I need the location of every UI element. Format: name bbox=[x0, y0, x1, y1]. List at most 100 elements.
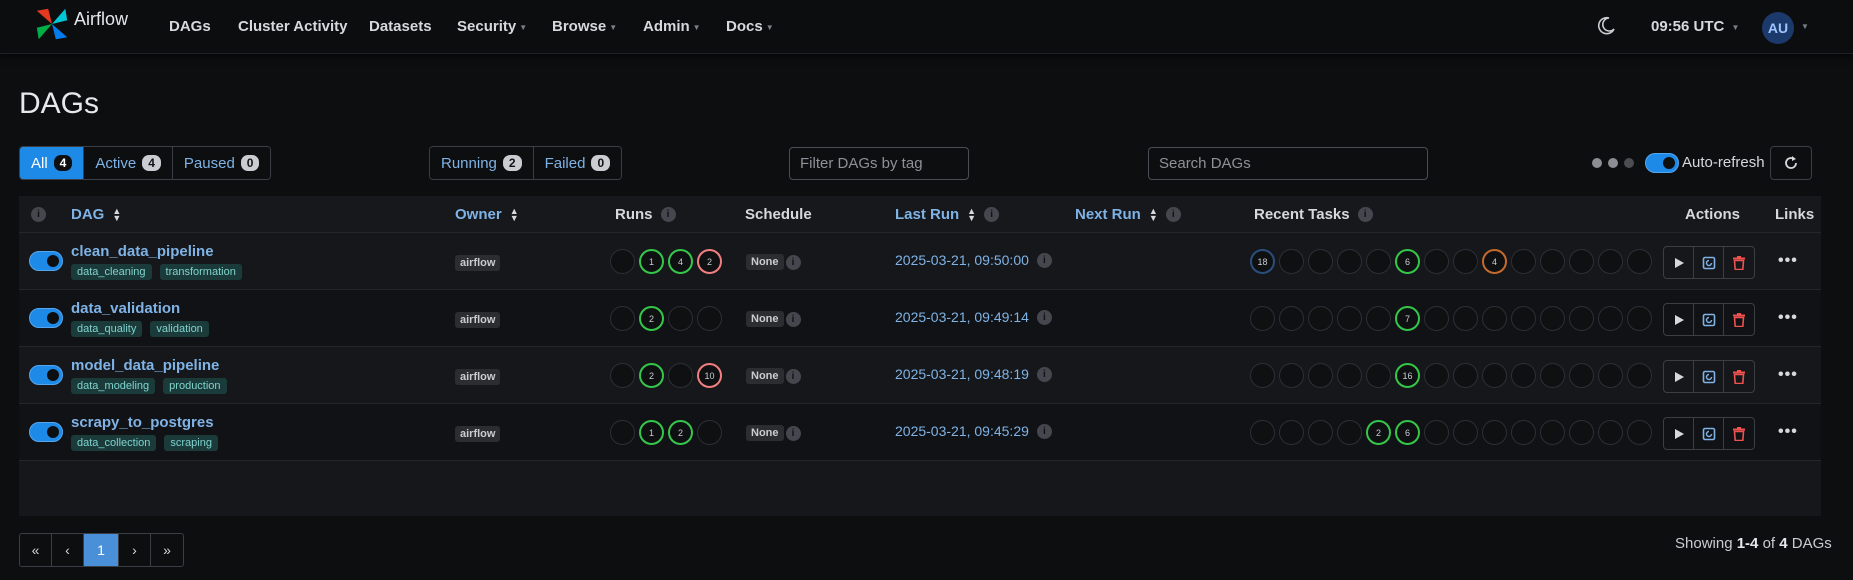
task-state-circle[interactable] bbox=[1366, 363, 1391, 388]
task-state-circle[interactable] bbox=[1424, 249, 1449, 274]
delete-dag-button[interactable] bbox=[1724, 304, 1754, 335]
task-state-circle[interactable] bbox=[1511, 249, 1536, 274]
tag-badge[interactable]: scraping bbox=[164, 435, 218, 451]
info-icon[interactable]: i bbox=[1036, 309, 1052, 325]
info-icon[interactable]: i bbox=[785, 425, 801, 441]
tag-badge[interactable]: data_cleaning bbox=[71, 264, 152, 280]
owner-badge[interactable]: airflow bbox=[455, 312, 501, 328]
task-state-circle[interactable]: 6 bbox=[1395, 420, 1420, 445]
task-state-circle[interactable] bbox=[1569, 306, 1594, 331]
task-state-circle[interactable] bbox=[1569, 363, 1594, 388]
col-last-run[interactable]: Last Run ▲ ▼ i bbox=[895, 206, 1000, 223]
tag-badge[interactable]: transformation bbox=[159, 264, 242, 280]
task-state-circle[interactable] bbox=[1482, 306, 1507, 331]
info-icon[interactable]: i bbox=[785, 368, 801, 384]
task-state-circle[interactable] bbox=[1598, 306, 1623, 331]
info-icon[interactable]: i bbox=[984, 207, 1000, 222]
run-state-circle[interactable]: 2 bbox=[639, 363, 664, 388]
trigger-dag-button[interactable] bbox=[1664, 247, 1694, 278]
refresh-dag-button[interactable] bbox=[1694, 361, 1724, 392]
task-state-circle[interactable] bbox=[1540, 249, 1565, 274]
refresh-dag-button[interactable] bbox=[1694, 304, 1724, 335]
task-state-circle[interactable] bbox=[1337, 363, 1362, 388]
trigger-dag-button[interactable] bbox=[1664, 361, 1694, 392]
dag-pause-toggle[interactable] bbox=[29, 308, 63, 328]
info-icon[interactable]: i bbox=[1036, 252, 1052, 268]
dag-pause-toggle[interactable] bbox=[29, 422, 63, 442]
tag-badge[interactable]: data_collection bbox=[71, 435, 157, 451]
filter-tab-active[interactable]: Active 4 bbox=[84, 147, 173, 179]
task-state-circle[interactable] bbox=[1308, 420, 1333, 445]
dag-name-link[interactable]: model_data_pipeline bbox=[71, 357, 219, 374]
run-state-circle[interactable] bbox=[610, 363, 635, 388]
nav-datasets[interactable]: Datasets bbox=[369, 18, 432, 35]
task-state-circle[interactable] bbox=[1250, 420, 1275, 445]
col-owner[interactable]: Owner ▲ ▼ bbox=[455, 206, 519, 223]
nav-cluster-activity[interactable]: Cluster Activity bbox=[238, 18, 347, 35]
task-state-circle[interactable] bbox=[1627, 363, 1652, 388]
task-state-circle[interactable]: 4 bbox=[1482, 249, 1507, 274]
info-icon[interactable]: i bbox=[785, 254, 801, 270]
tag-badge[interactable]: data_quality bbox=[71, 321, 143, 337]
owner-badge[interactable]: airflow bbox=[455, 426, 501, 442]
task-state-circle[interactable]: 18 bbox=[1250, 249, 1275, 274]
task-state-circle[interactable] bbox=[1424, 306, 1449, 331]
next-page-button[interactable]: › bbox=[119, 534, 151, 566]
task-state-circle[interactable] bbox=[1308, 306, 1333, 331]
filter-tab-paused[interactable]: Paused 0 bbox=[172, 147, 271, 179]
task-state-circle[interactable] bbox=[1337, 306, 1362, 331]
task-state-circle[interactable] bbox=[1540, 420, 1565, 445]
auto-refresh-toggle[interactable] bbox=[1645, 153, 1679, 173]
task-state-circle[interactable] bbox=[1569, 249, 1594, 274]
first-page-button[interactable]: « bbox=[20, 534, 52, 566]
user-avatar[interactable]: AU bbox=[1762, 12, 1794, 44]
last-run-link[interactable]: 2025-03-21, 09:50:00 bbox=[895, 252, 1029, 268]
delete-dag-button[interactable] bbox=[1724, 361, 1754, 392]
more-links-icon[interactable]: ••• bbox=[1778, 423, 1798, 441]
task-state-circle[interactable] bbox=[1453, 420, 1478, 445]
task-state-circle[interactable] bbox=[1598, 420, 1623, 445]
task-state-circle[interactable] bbox=[1569, 420, 1594, 445]
run-state-circle[interactable]: 10 bbox=[697, 363, 722, 388]
delete-dag-button[interactable] bbox=[1724, 247, 1754, 278]
nav-security[interactable]: Security ▼ bbox=[457, 18, 527, 35]
task-state-circle[interactable] bbox=[1453, 249, 1478, 274]
run-state-circle[interactable]: 4 bbox=[668, 249, 693, 274]
task-state-circle[interactable]: 7 bbox=[1395, 306, 1420, 331]
tag-badge[interactable]: production bbox=[163, 378, 227, 394]
info-icon[interactable]: i bbox=[1165, 207, 1181, 222]
task-state-circle[interactable] bbox=[1482, 420, 1507, 445]
task-state-circle[interactable] bbox=[1627, 420, 1652, 445]
tag-badge[interactable]: validation bbox=[150, 321, 209, 337]
more-links-icon[interactable]: ••• bbox=[1778, 366, 1798, 384]
tag-filter-input[interactable]: Filter DAGs by tag bbox=[789, 147, 969, 180]
info-icon[interactable]: i bbox=[31, 207, 46, 222]
nav-admin[interactable]: Admin ▼ bbox=[643, 18, 701, 35]
nav-docs[interactable]: Docs ▼ bbox=[726, 18, 774, 35]
info-icon[interactable]: i bbox=[785, 311, 801, 327]
last-page-button[interactable]: » bbox=[151, 534, 183, 566]
run-state-circle[interactable]: 1 bbox=[639, 420, 664, 445]
dag-name-link[interactable]: clean_data_pipeline bbox=[71, 243, 214, 260]
info-icon[interactable]: i bbox=[1036, 423, 1052, 439]
trigger-dag-button[interactable] bbox=[1664, 304, 1694, 335]
task-state-circle[interactable] bbox=[1511, 420, 1536, 445]
run-state-circle[interactable] bbox=[668, 306, 693, 331]
dag-pause-toggle[interactable] bbox=[29, 365, 63, 385]
task-state-circle[interactable]: 2 bbox=[1366, 420, 1391, 445]
nav-browse[interactable]: Browse ▼ bbox=[552, 18, 617, 35]
last-run-link[interactable]: 2025-03-21, 09:45:29 bbox=[895, 423, 1029, 439]
prev-page-button[interactable]: ‹ bbox=[52, 534, 84, 566]
filter-tab-all[interactable]: All 4 bbox=[20, 147, 85, 179]
task-state-circle[interactable] bbox=[1540, 363, 1565, 388]
run-state-circle[interactable] bbox=[610, 420, 635, 445]
task-state-circle[interactable] bbox=[1308, 249, 1333, 274]
task-state-circle[interactable] bbox=[1308, 363, 1333, 388]
more-links-icon[interactable]: ••• bbox=[1778, 309, 1798, 327]
page-1-button[interactable]: 1 bbox=[84, 534, 119, 566]
task-state-circle[interactable] bbox=[1598, 249, 1623, 274]
dag-pause-toggle[interactable] bbox=[29, 251, 63, 271]
task-state-circle[interactable]: 6 bbox=[1395, 249, 1420, 274]
task-state-circle[interactable] bbox=[1279, 420, 1304, 445]
refresh-dag-button[interactable] bbox=[1694, 247, 1724, 278]
